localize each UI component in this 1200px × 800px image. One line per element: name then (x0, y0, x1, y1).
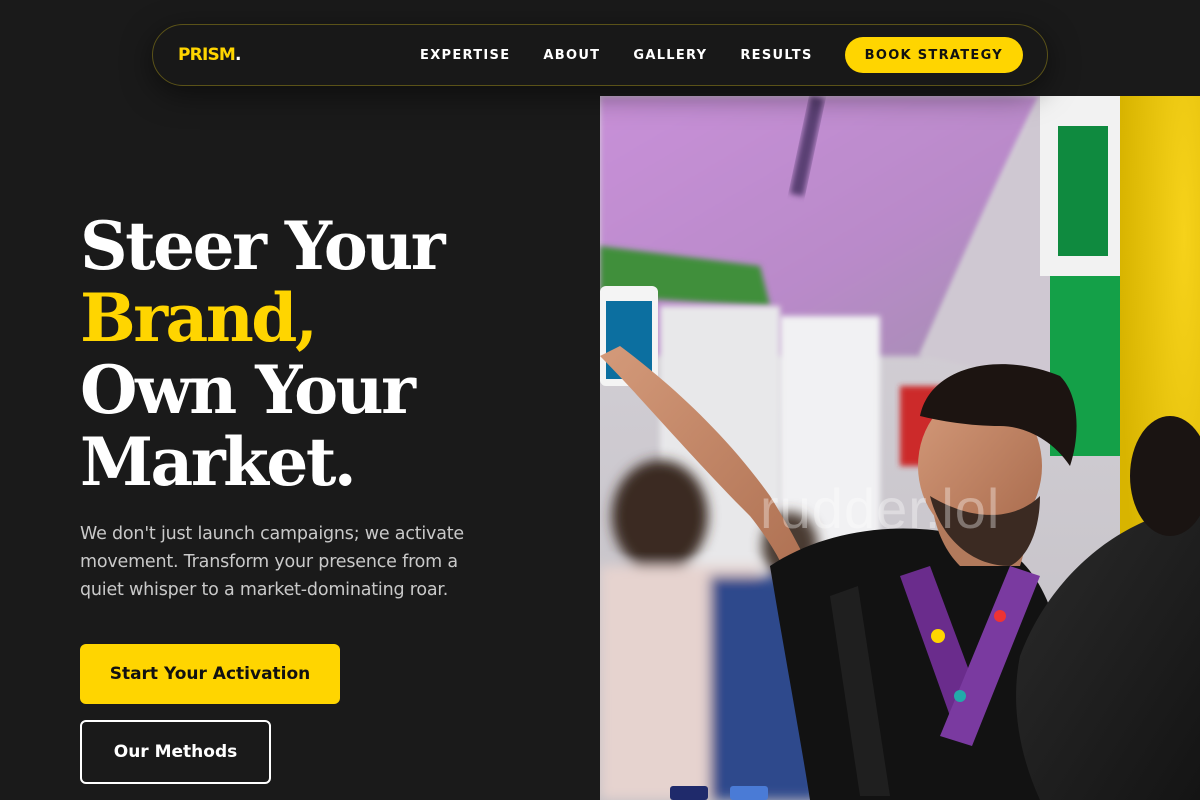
nav-link-results[interactable]: RESULTS (740, 48, 812, 63)
start-activation-button[interactable]: Start Your Activation (80, 644, 340, 704)
hero-photo: rudder.lol (600, 96, 1200, 800)
nav-link-gallery[interactable]: GALLERY (633, 48, 707, 63)
page: PRISM. EXPERTISE ABOUT GALLERY RESULTS B… (0, 0, 1200, 800)
hero-text: Steer Your Brand, Own Your Market. We do… (80, 210, 580, 604)
headline-line-2-accent: Brand, (80, 279, 318, 357)
nav-link-about[interactable]: ABOUT (543, 48, 600, 63)
headline-line-3: Own Your (80, 351, 416, 429)
watermark: rudder.lol (760, 477, 1000, 540)
nav-link-expertise[interactable]: EXPERTISE (420, 48, 510, 63)
headline-line-1: Steer Your (80, 207, 446, 285)
headline-line-4: Market. (80, 423, 357, 501)
brand-name: PRISM (178, 45, 236, 65)
our-methods-button[interactable]: Our Methods (80, 720, 271, 784)
hero-headline: Steer Your Brand, Own Your Market. (80, 210, 580, 498)
brand-logo[interactable]: PRISM. (178, 45, 241, 65)
nav-links: EXPERTISE ABOUT GALLERY RESULTS BOOK STR… (420, 37, 1023, 73)
book-strategy-button[interactable]: BOOK STRATEGY (844, 37, 1023, 73)
top-navigation: PRISM. EXPERTISE ABOUT GALLERY RESULTS B… (152, 24, 1048, 86)
hero-subtext: We don't just launch campaigns; we activ… (80, 524, 464, 600)
brand-dot: . (235, 45, 241, 65)
hero-photo-illustration: rudder.lol (600, 96, 1200, 800)
